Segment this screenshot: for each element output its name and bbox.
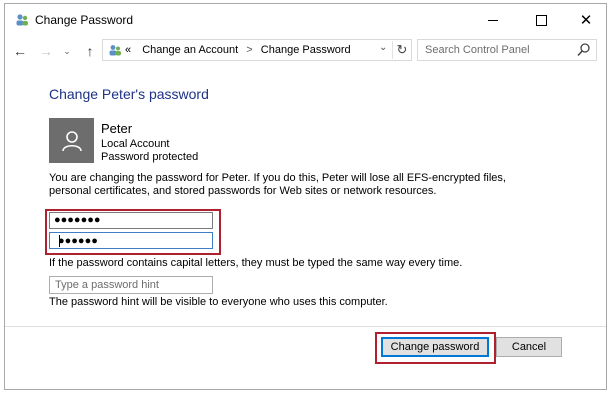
cancel-button[interactable]: Cancel: [496, 337, 562, 357]
user-icon: [61, 130, 82, 151]
up-button[interactable]: ↑: [81, 41, 99, 61]
minimize-button[interactable]: [470, 4, 516, 36]
chevron-down-icon[interactable]: ⌄: [379, 42, 387, 53]
account-status: Password protected: [101, 151, 199, 163]
new-password-value: ●●●●●●●: [54, 214, 101, 226]
users-icon: [16, 14, 28, 26]
account-type: Local Account: [101, 138, 170, 150]
title-bar: Change Password ✕: [5, 4, 606, 36]
search-placeholder: Search Control Panel: [425, 44, 530, 56]
maximize-button[interactable]: [518, 4, 564, 36]
back-button[interactable]: ←: [11, 41, 29, 61]
warning-text: You are changing the password for Peter.…: [49, 172, 506, 197]
change-password-window: Change Password ✕ ← → ⌄ ↑ « Change an Ac…: [4, 3, 607, 390]
avatar: [49, 118, 94, 163]
close-icon: ✕: [579, 11, 593, 29]
forward-button[interactable]: →: [37, 41, 55, 61]
address-bar[interactable]: « Change an Account > Change Password ⌄ …: [102, 39, 412, 61]
refresh-button[interactable]: ↻: [392, 41, 411, 59]
window-title: Change Password: [35, 13, 134, 27]
capitalization-note: If the password contains capital letters…: [49, 257, 463, 269]
divider: [5, 326, 606, 327]
breadcrumb: « Change an Account > Change Password: [125, 44, 351, 56]
new-password-input[interactable]: ●●●●●●●: [49, 212, 213, 229]
password-hint-placeholder: Type a password hint: [55, 279, 159, 291]
maximize-icon: [535, 14, 547, 26]
confirm-password-value: ●●●●●●: [58, 235, 98, 247]
hint-note: The password hint will be visible to eve…: [49, 296, 388, 308]
change-password-button[interactable]: Change password: [381, 337, 489, 357]
page-title: Change Peter's password: [49, 86, 209, 102]
password-hint-input[interactable]: Type a password hint: [49, 276, 213, 294]
breadcrumb-separator: >: [246, 44, 253, 56]
breadcrumb-overflow-icon[interactable]: «: [125, 44, 131, 56]
search-input[interactable]: Search Control Panel: [417, 39, 597, 61]
confirm-password-input[interactable]: ●●●●●●: [49, 232, 213, 249]
recent-locations-button[interactable]: ⌄: [58, 41, 76, 61]
user-name: Peter: [101, 121, 133, 136]
text-caret: [59, 235, 60, 247]
breadcrumb-item-change-account[interactable]: Change an Account: [142, 44, 238, 56]
navigation-row: ← → ⌄ ↑ « Change an Account > Change Pas…: [5, 38, 606, 64]
users-icon: [109, 45, 121, 56]
minimize-icon: [488, 19, 498, 21]
breadcrumb-item-change-password[interactable]: Change Password: [261, 44, 351, 56]
search-icon: [577, 43, 590, 57]
close-button[interactable]: ✕: [563, 4, 609, 36]
